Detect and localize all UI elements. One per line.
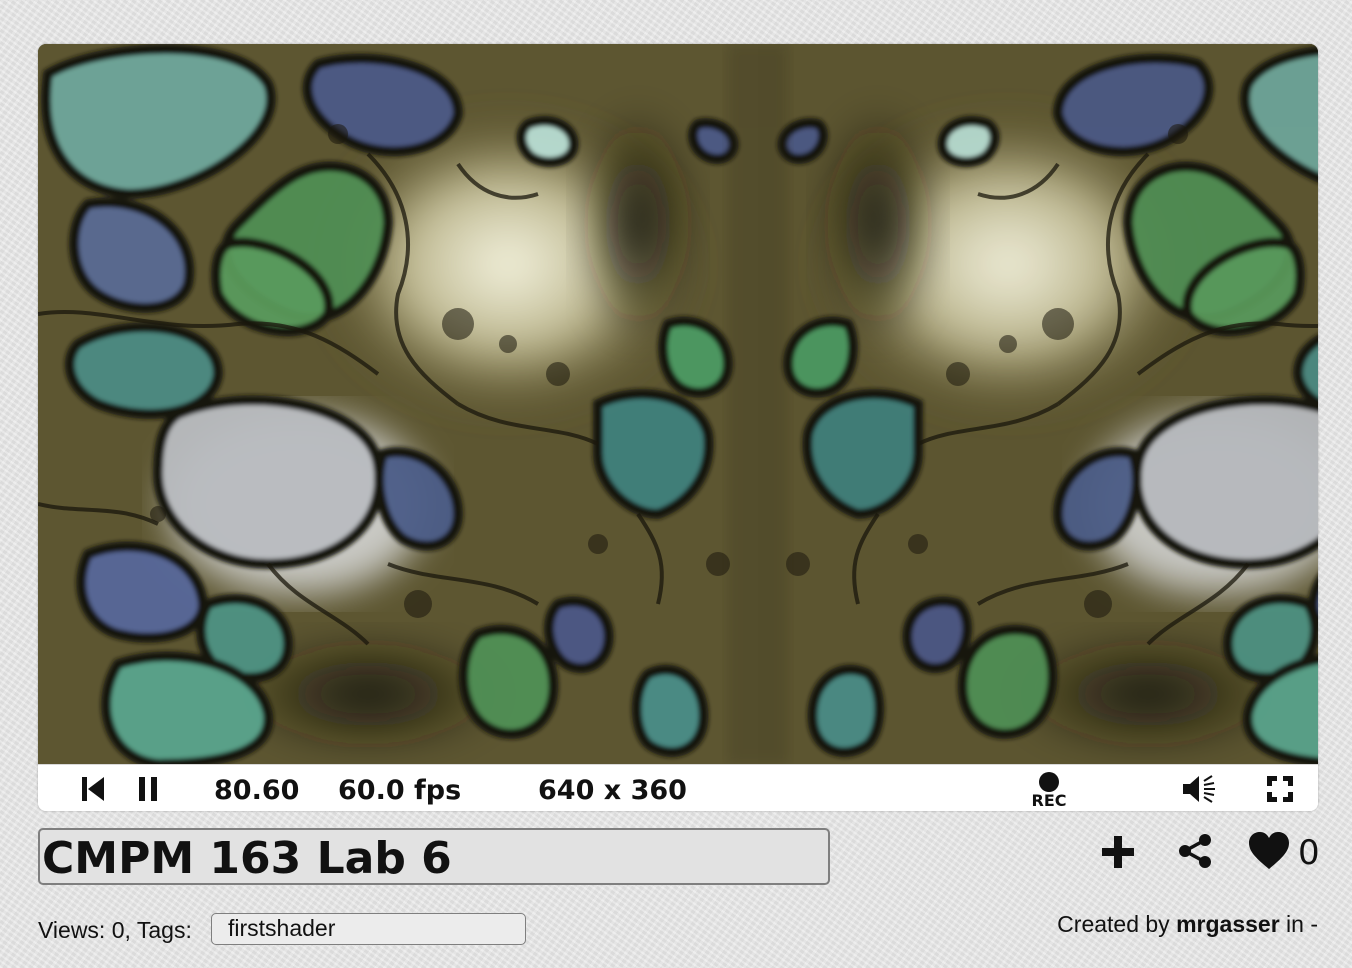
share-icon (1179, 834, 1211, 868)
like-count: 0 (1298, 833, 1320, 873)
heart-icon (1249, 832, 1289, 869)
views-tags-label: Views: 0, Tags: (38, 917, 192, 943)
created-by: Created by mrgasser in - (1057, 910, 1318, 938)
like-button[interactable] (1246, 830, 1292, 872)
add-to-playlist-button[interactable] (1098, 832, 1138, 872)
pause-icon (139, 777, 157, 801)
record-button[interactable]: REC (1026, 769, 1072, 811)
resolution-readout: 640 x 360 (538, 775, 687, 806)
volume-button[interactable] (1178, 773, 1220, 805)
time-readout: 80.60 (214, 775, 300, 806)
fullscreen-button[interactable] (1264, 773, 1296, 805)
player-controls: 80.60 60.0 fps 640 x 360 REC (38, 764, 1318, 811)
fullscreen-icon (1267, 776, 1293, 802)
record-icon (1039, 772, 1059, 792)
fps-readout: 60.0 fps (338, 775, 462, 806)
plus-icon (1102, 836, 1134, 868)
pause-button[interactable] (133, 774, 163, 804)
created-suffix: in - (1286, 911, 1318, 937)
rec-label: REC (1031, 791, 1067, 810)
author-link[interactable]: mrgasser (1176, 911, 1280, 937)
shader-canvas[interactable] (38, 44, 1318, 764)
tag-firstshader[interactable]: firstshader (211, 913, 526, 945)
share-button[interactable] (1174, 830, 1216, 872)
volume-icon (1183, 775, 1215, 803)
shader-output-image (38, 44, 1318, 764)
rewind-button[interactable] (78, 774, 108, 804)
shader-player: 80.60 60.0 fps 640 x 360 REC (38, 44, 1318, 811)
created-prefix: Created by (1057, 911, 1170, 937)
skip-back-icon (82, 777, 104, 801)
shader-title: CMPM 163 Lab 6 (38, 828, 830, 885)
